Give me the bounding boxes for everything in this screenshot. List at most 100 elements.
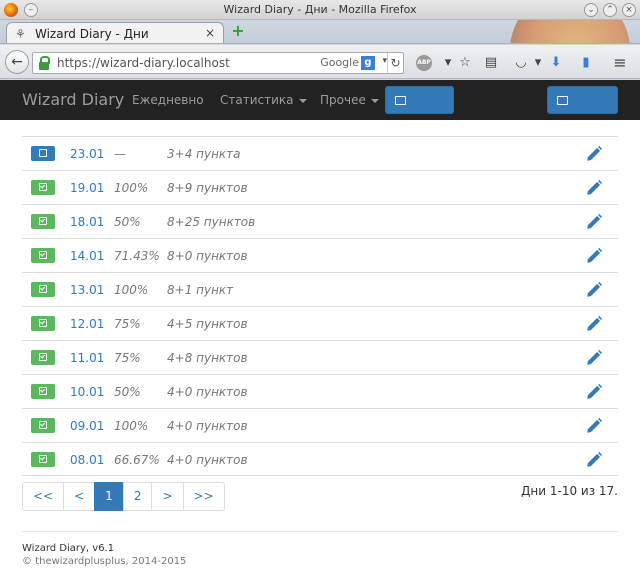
- day-completion-percent: 100%: [114, 283, 149, 297]
- window-titlebar: – Wizard Diary - Дни - Mozilla Firefox ⌄…: [0, 0, 640, 20]
- day-status-button[interactable]: [31, 214, 55, 229]
- window-close-button[interactable]: ×: [622, 3, 636, 17]
- firefox-theme-art: [510, 20, 630, 43]
- nav-daily-link[interactable]: Ежедневно: [132, 93, 204, 107]
- day-status-button[interactable]: [31, 350, 55, 365]
- day-status-button[interactable]: [31, 180, 55, 195]
- pencil-icon[interactable]: [585, 213, 603, 231]
- pocket-icon[interactable]: ◡: [513, 55, 529, 71]
- day-date-link[interactable]: 19.01: [70, 181, 104, 195]
- pencil-icon[interactable]: [585, 247, 603, 265]
- tab-wizard-diary[interactable]: ⚘ Wizard Diary - Дни ×: [6, 22, 224, 43]
- window-minimize-button[interactable]: ⌄: [584, 3, 598, 17]
- logout-button[interactable]: Выход: [547, 86, 618, 133]
- window-maximize-button[interactable]: ⌃: [603, 3, 617, 17]
- day-date-link[interactable]: 11.01: [70, 351, 104, 365]
- nav-other-dropdown[interactable]: Прочее: [320, 93, 379, 107]
- pagination-first[interactable]: <<: [22, 482, 65, 511]
- tab-strip: ⚘ Wizard Diary - Дни × +: [0, 20, 640, 44]
- nav-stats-dropdown[interactable]: Статистика: [220, 93, 307, 107]
- site-navbar: Wizard Diary Ежедневно Статистика Прочее…: [0, 80, 640, 133]
- site-brand[interactable]: Wizard Diary: [22, 90, 124, 109]
- day-status-button[interactable]: [31, 316, 55, 331]
- pencil-icon[interactable]: [585, 145, 603, 163]
- check-square-icon: [39, 217, 47, 225]
- google-icon[interactable]: g: [361, 56, 375, 70]
- check-square-icon: [39, 421, 47, 429]
- day-status-button[interactable]: [31, 282, 55, 297]
- footer-copyright: © thewizardplusplus, 2014-2015: [22, 556, 187, 567]
- day-date-link[interactable]: 18.01: [70, 215, 104, 229]
- day-points-count: 8+25 пунктов: [167, 215, 256, 229]
- day-status-button[interactable]: [31, 146, 55, 161]
- pencil-icon[interactable]: [585, 315, 603, 333]
- day-date-link[interactable]: 23.01: [70, 147, 104, 161]
- day-completion-percent: 100%: [114, 181, 149, 195]
- day-completion-percent: 50%: [114, 385, 141, 399]
- day-row: 11.01 75% 4+8 пунктов: [22, 340, 618, 374]
- caret-down-icon: [370, 98, 379, 103]
- day-date-link[interactable]: 14.01: [70, 249, 104, 263]
- day-points-count: 4+8 пунктов: [167, 351, 248, 365]
- day-completion-percent: 75%: [114, 351, 141, 365]
- pagination: << < 1 2 > >>: [22, 482, 225, 511]
- nav-other-label: Прочее: [320, 93, 366, 107]
- bookmarks-icon[interactable]: ▮: [578, 55, 594, 71]
- check-square-icon: [39, 353, 47, 361]
- url-bar[interactable]: https://wizard-diary.localhost Google g …: [32, 52, 404, 74]
- reload-button[interactable]: ↻: [387, 53, 403, 73]
- day-row: 23.01 — 3+4 пункта: [22, 136, 618, 170]
- day-row: 18.01 50% 8+25 пунктов: [22, 204, 618, 238]
- day-date-link[interactable]: 13.01: [70, 283, 104, 297]
- day-row: 09.01 100% 4+0 пунктов: [22, 408, 618, 442]
- pencil-icon[interactable]: [585, 281, 603, 299]
- day-points-count: 3+4 пункта: [167, 147, 241, 161]
- pagination-last[interactable]: >>: [182, 482, 225, 511]
- day-points-count: 4+0 пунктов: [167, 385, 248, 399]
- pencil-icon[interactable]: [585, 451, 603, 469]
- download-icon[interactable]: ⬇: [548, 55, 564, 71]
- pencil-icon[interactable]: [585, 179, 603, 197]
- pagination-page-1[interactable]: 1: [94, 482, 124, 511]
- pagination-next[interactable]: >: [151, 482, 184, 511]
- backup-label: Бекап: [395, 119, 434, 133]
- day-completion-percent: 50%: [114, 215, 141, 229]
- footer-divider: [22, 531, 618, 532]
- day-date-link[interactable]: 12.01: [70, 317, 104, 331]
- day-date-link[interactable]: 08.01: [70, 453, 104, 467]
- menu-icon[interactable]: ≡: [612, 55, 628, 71]
- abp-dropdown-icon[interactable]: ▾: [440, 55, 456, 71]
- new-tab-button[interactable]: +: [230, 23, 246, 39]
- page: Wizard Diary Ежедневно Статистика Прочее…: [0, 80, 640, 579]
- back-button[interactable]: ←: [5, 50, 29, 74]
- pocket-dropdown-icon[interactable]: ▾: [530, 55, 546, 71]
- pagination-prev[interactable]: <: [63, 482, 96, 511]
- day-status-button[interactable]: [31, 418, 55, 433]
- day-status-button[interactable]: [31, 248, 55, 263]
- url-text[interactable]: https://wizard-diary.localhost: [57, 56, 230, 70]
- day-points-count: 4+0 пунктов: [167, 419, 248, 433]
- day-points-count: 8+1 пункт: [167, 283, 234, 297]
- pencil-icon[interactable]: [585, 383, 603, 401]
- tab-close-icon[interactable]: ×: [205, 26, 215, 40]
- check-square-icon: [39, 183, 47, 191]
- day-row: 13.01 100% 8+1 пункт: [22, 272, 618, 306]
- day-completion-percent: 100%: [114, 419, 149, 433]
- day-points-count: 4+5 пунктов: [167, 317, 248, 331]
- day-points-count: 8+9 пунктов: [167, 181, 248, 195]
- day-date-link[interactable]: 10.01: [70, 385, 104, 399]
- day-status-button[interactable]: [31, 452, 55, 467]
- pagination-page-2[interactable]: 2: [122, 482, 153, 511]
- pencil-icon[interactable]: [585, 349, 603, 367]
- pencil-icon[interactable]: [585, 417, 603, 435]
- backup-button[interactable]: Бекап: [385, 86, 454, 133]
- adblock-icon[interactable]: ABP: [416, 55, 432, 71]
- day-date-link[interactable]: 09.01: [70, 419, 104, 433]
- day-row: 12.01 75% 4+5 пунктов: [22, 306, 618, 340]
- day-status-button[interactable]: [31, 384, 55, 399]
- search-engine-label[interactable]: Google: [320, 56, 359, 69]
- reading-list-icon[interactable]: ▤: [483, 55, 499, 71]
- check-square-icon: [39, 387, 47, 395]
- bookmark-star-icon[interactable]: ☆: [457, 55, 473, 71]
- day-completion-percent: 66.67%: [114, 453, 160, 467]
